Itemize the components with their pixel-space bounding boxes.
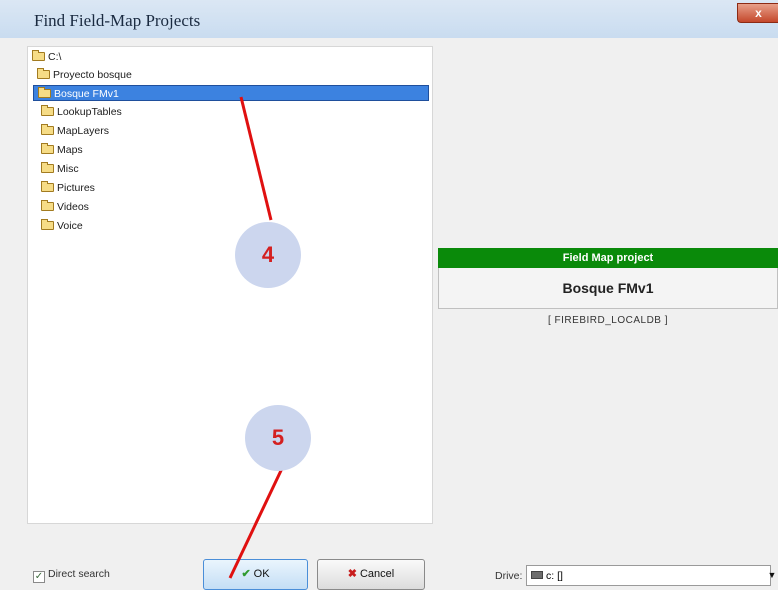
arrow-line-4	[239, 96, 273, 221]
annotation-arrows	[228, 96, 288, 579]
callout-5: 5	[245, 405, 311, 471]
callout-4: 4	[235, 222, 301, 288]
arrow-line-5	[228, 459, 288, 579]
